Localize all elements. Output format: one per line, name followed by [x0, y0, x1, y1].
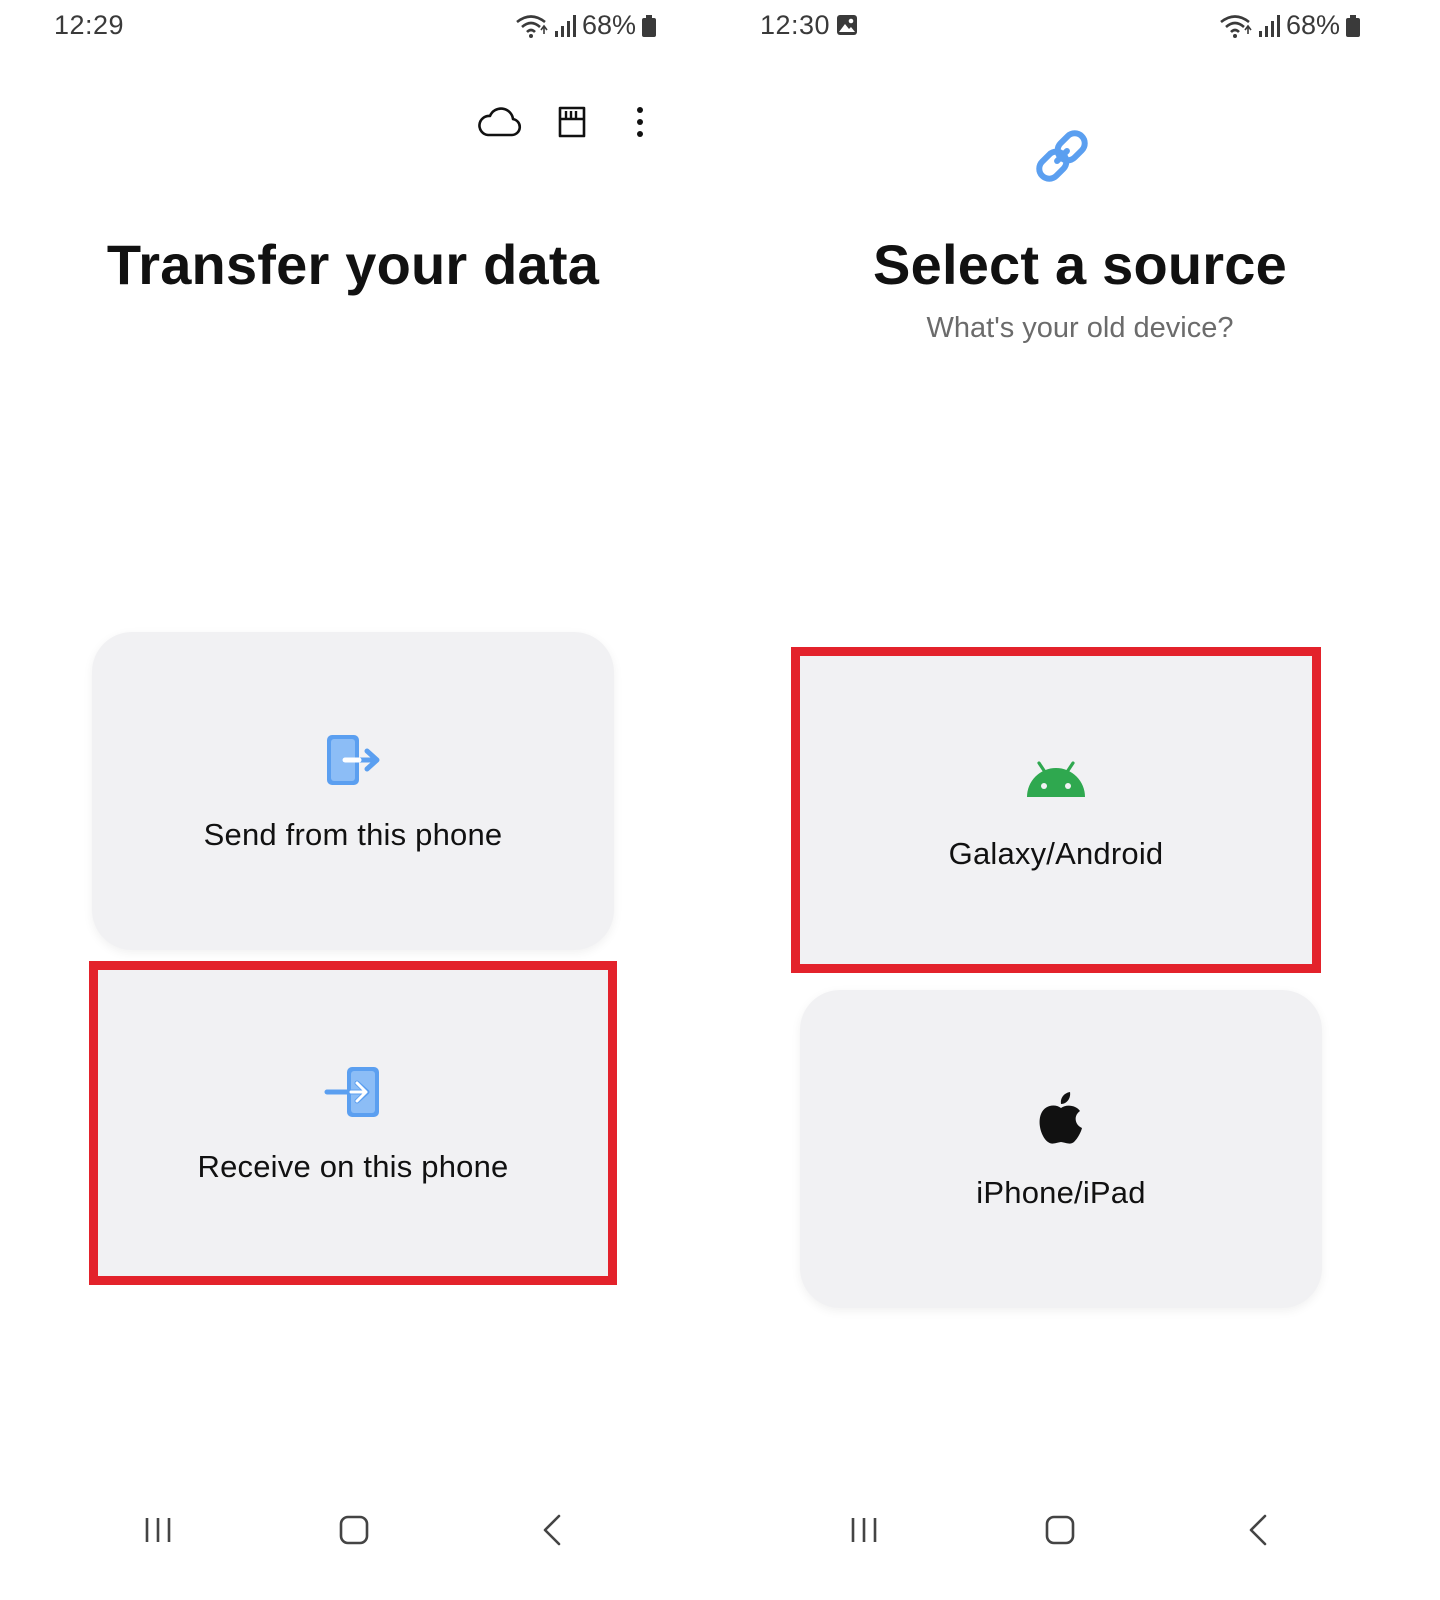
status-indicators: 68%: [514, 10, 657, 41]
receive-on-phone-card[interactable]: Receive on this phone: [89, 961, 617, 1285]
iphone-ipad-card[interactable]: iPhone/iPad: [800, 990, 1322, 1308]
status-time: 12:30: [760, 10, 831, 40]
page-title: Transfer your data: [106, 233, 600, 296]
status-indicators: 68%: [1218, 10, 1361, 41]
page-subtitle: What's your old device?: [926, 312, 1234, 344]
cloud-icon[interactable]: [478, 102, 522, 142]
battery-percent: 68%: [1286, 10, 1341, 40]
status-time: 12:29: [54, 10, 125, 40]
left-screen: 12:29 68% Transfer your data Send from t…: [0, 0, 720, 1600]
sd-card-icon[interactable]: [552, 102, 592, 142]
battery-percent: 68%: [582, 10, 637, 40]
link-icon: [1030, 124, 1094, 188]
wifi-icon: [516, 14, 548, 38]
receive-on-phone-label: Receive on this phone: [197, 1149, 509, 1184]
back-icon[interactable]: [1228, 1500, 1288, 1560]
nav-bar: [720, 1500, 1440, 1560]
galaxy-android-label: Galaxy/Android: [948, 836, 1164, 871]
signal-icon: [1259, 14, 1280, 37]
battery-icon: [642, 14, 657, 37]
page-title: Select a source: [873, 233, 1287, 296]
nav-bar: [0, 1500, 720, 1560]
more-vert-icon[interactable]: [620, 102, 660, 142]
send-from-phone-label: Send from this phone: [203, 817, 503, 852]
top-toolbar: [478, 102, 660, 142]
galaxy-android-card[interactable]: Galaxy/Android: [791, 647, 1321, 973]
home-icon[interactable]: [1030, 1500, 1090, 1560]
right-screen: 12:30 68% Select a source What's your ol…: [720, 0, 1440, 1600]
back-icon[interactable]: [522, 1500, 582, 1560]
battery-icon: [1346, 14, 1361, 37]
recent-apps-icon[interactable]: [834, 1500, 894, 1560]
signal-icon: [555, 14, 576, 37]
wifi-icon: [1220, 14, 1252, 38]
send-from-phone-card[interactable]: Send from this phone: [92, 632, 614, 950]
receive-on-phone-icon: [322, 1061, 384, 1123]
android-icon: [1025, 748, 1087, 810]
recent-apps-icon[interactable]: [128, 1500, 188, 1560]
apple-icon: [1030, 1087, 1092, 1149]
home-icon[interactable]: [324, 1500, 384, 1560]
iphone-ipad-label: iPhone/iPad: [976, 1175, 1146, 1210]
send-from-phone-icon: [322, 729, 384, 791]
gallery-notification-icon: [837, 15, 857, 35]
